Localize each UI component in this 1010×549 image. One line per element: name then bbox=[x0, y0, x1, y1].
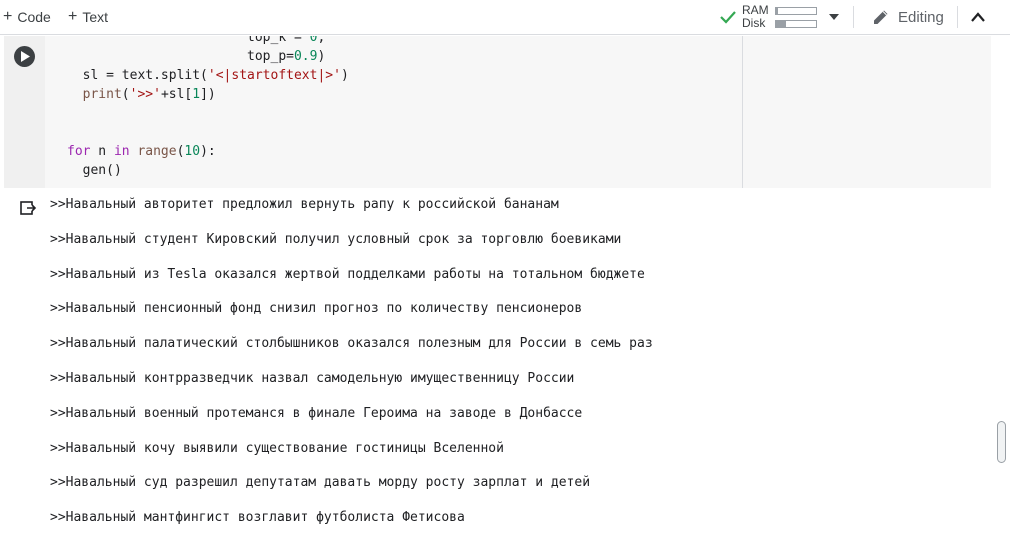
output-line: >>Навальный суд разрешил депутатам дават… bbox=[50, 475, 591, 491]
dropdown-icon[interactable] bbox=[829, 14, 839, 20]
code-cell[interactable]: top_k = 0, top_p=0.9) sl = text.split('<… bbox=[4, 36, 991, 188]
code-editor[interactable]: top_k = 0, top_p=0.9) sl = text.split('<… bbox=[67, 36, 349, 180]
scrollbar-track[interactable] bbox=[993, 36, 1010, 549]
resources-indicator[interactable]: RAM Disk bbox=[742, 4, 769, 30]
output-line: >>Навальный кочу выявили существование г… bbox=[50, 440, 504, 456]
add-code-button[interactable]: + Code bbox=[3, 7, 51, 27]
editing-mode-button[interactable]: Editing bbox=[872, 8, 944, 26]
output-line: >>Навальный авторитет предложил вернуть … bbox=[50, 197, 559, 212]
output-line: >>Навальный из Tesla оказался жертвой по… bbox=[50, 266, 645, 282]
ram-usage-bar bbox=[775, 7, 817, 15]
output-menu-icon[interactable] bbox=[19, 199, 37, 217]
output-text: >>Навальный авторитет предложил вернуть … bbox=[50, 196, 653, 544]
add-text-button[interactable]: + Text bbox=[68, 7, 108, 27]
output-line: >>Навальный военный протеманся в финале … bbox=[50, 405, 583, 421]
scrollbar-thumb[interactable] bbox=[997, 421, 1006, 463]
notebook-toolbar: + Code + Text RAM Disk Editing bbox=[0, 0, 1010, 35]
disk-usage-bar bbox=[775, 20, 817, 28]
check-icon bbox=[720, 11, 736, 24]
plus-icon: + bbox=[3, 8, 13, 25]
disk-label: Disk bbox=[742, 16, 766, 30]
code-line: gen() bbox=[67, 163, 122, 178]
add-code-label: Code bbox=[17, 9, 51, 25]
toolbar-divider bbox=[853, 6, 854, 28]
output-line: >>Навальный студент Кировский получил ус… bbox=[50, 231, 622, 247]
editing-label: Editing bbox=[898, 8, 944, 26]
collapse-icon[interactable] bbox=[970, 10, 986, 24]
cell-output: >>Навальный авторитет предложил вернуть … bbox=[4, 188, 991, 549]
output-line: >>Навальный пенсионный фонд снизил прогн… bbox=[50, 301, 583, 317]
plus-icon: + bbox=[68, 8, 78, 25]
output-line: >>Навальный мантфингист возглавит футбол… bbox=[50, 510, 465, 526]
add-text-label: Text bbox=[82, 9, 109, 25]
output-line: >>Навальный контрразведчик назвал самоде… bbox=[50, 370, 575, 386]
cell-gutter bbox=[4, 36, 45, 188]
code-line: sl = text.split('<|startoftext|>') bbox=[67, 68, 349, 83]
toolbar-divider bbox=[957, 6, 958, 28]
play-icon bbox=[21, 51, 30, 62]
output-line: >>Навальный палатический столбышников ок… bbox=[50, 336, 653, 352]
run-cell-button[interactable] bbox=[14, 46, 35, 67]
cell-divider bbox=[742, 36, 743, 188]
code-line: top_k = 0, bbox=[67, 36, 326, 45]
code-line: top_p=0.9) bbox=[67, 49, 326, 64]
pencil-icon bbox=[874, 10, 888, 24]
code-line: for n in range(10): bbox=[67, 144, 216, 159]
ram-usage-fill bbox=[776, 8, 778, 14]
disk-usage-fill bbox=[776, 21, 786, 27]
code-line: print('>>'+sl[1]) bbox=[82, 87, 216, 102]
